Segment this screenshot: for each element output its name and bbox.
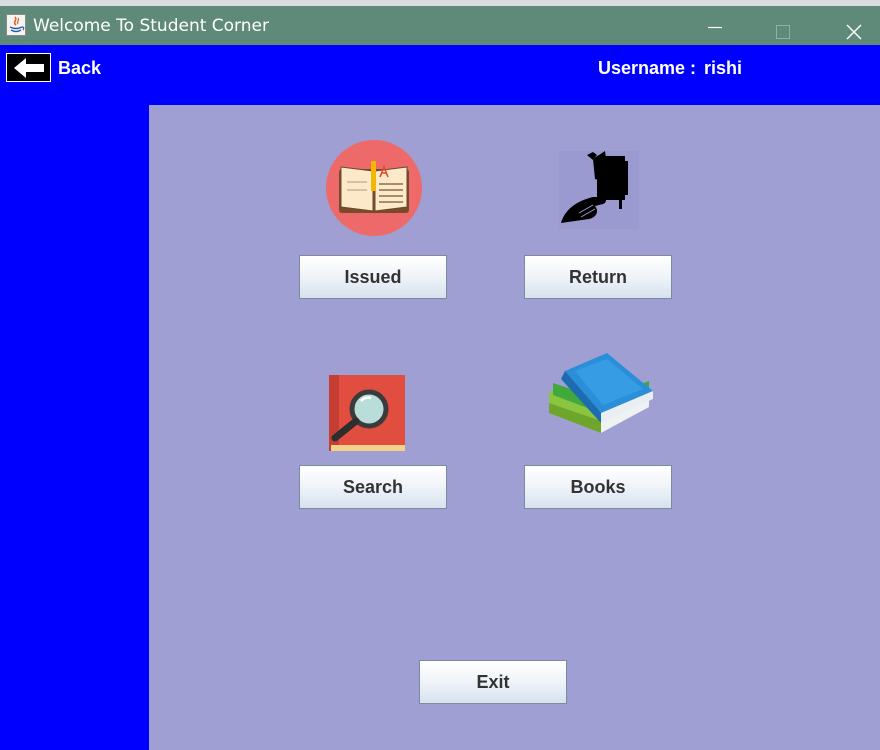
- maximize-icon: [776, 25, 790, 39]
- close-icon: [846, 24, 862, 40]
- search-button[interactable]: Search: [299, 465, 447, 509]
- exit-button[interactable]: Exit: [419, 660, 567, 704]
- main-panel: Issued Return Search Books Exit: [149, 105, 880, 750]
- back-button[interactable]: Back: [6, 52, 116, 84]
- title-bar[interactable]: Welcome To Student Corner: [0, 0, 880, 45]
- open-book-icon: [325, 139, 423, 242]
- app-window: Welcome To Student Corner Back Username …: [0, 0, 880, 750]
- books-button[interactable]: Books: [524, 465, 672, 509]
- return-button[interactable]: Return: [524, 255, 672, 299]
- username-label: Username :: [598, 58, 697, 78]
- back-label: Back: [58, 58, 102, 78]
- magnifier-book-icon: [329, 375, 405, 456]
- close-button[interactable]: [832, 12, 878, 45]
- username-value: rishi: [704, 58, 743, 78]
- minimize-button[interactable]: [692, 12, 738, 45]
- hand-returning-book-icon: [559, 151, 639, 234]
- maximize-button[interactable]: [760, 12, 806, 45]
- issued-button[interactable]: Issued: [299, 255, 447, 299]
- book-stack-icon: [545, 351, 657, 452]
- sidebar: [0, 105, 149, 750]
- left-arrow-icon: [6, 53, 51, 82]
- minimize-icon: [708, 26, 722, 29]
- window-title: Welcome To Student Corner: [33, 16, 269, 36]
- header-bar: Back Username : rishi: [0, 45, 880, 105]
- java-app-icon: [6, 14, 26, 36]
